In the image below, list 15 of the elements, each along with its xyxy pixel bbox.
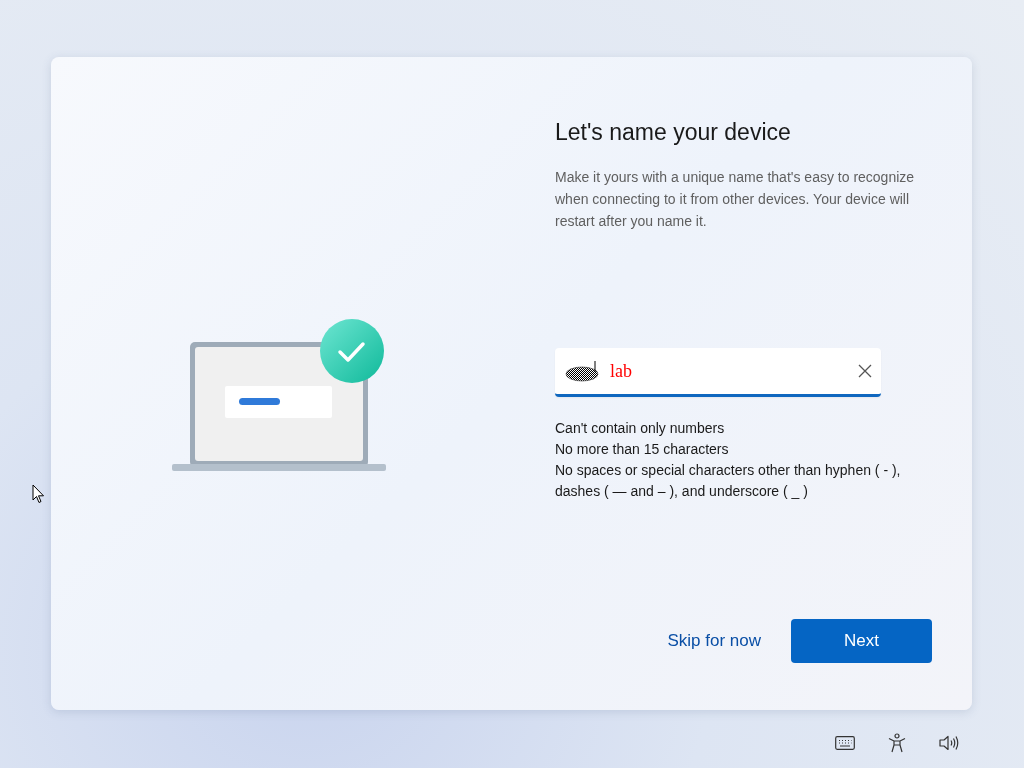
rule-text: No more than 15 characters [555,440,730,459]
rule-text: Can't contain only numbers [555,419,726,438]
skip-link[interactable]: Skip for now [665,627,763,655]
field-value: lab [601,360,858,382]
description-text: Make it yours with a unique name that's easy to recognize when connecting to it from other devices. Your device will restart after you name it. [555,168,915,231]
scribble-icon [565,360,601,382]
next-button[interactable]: Next [791,619,932,663]
rule-text: No spaces or special characters other than hyphen ( - ), dashes ( — and – ), and underscore ( _ ) [555,461,902,501]
clear-icon[interactable] [858,364,872,378]
speaker-icon[interactable] [939,735,960,751]
device-name-field[interactable]: lab [555,348,881,397]
accessibility-icon[interactable] [888,733,906,753]
mouse-pointer-icon [32,484,45,504]
keyboard-icon[interactable] [835,736,855,750]
page-title: Let's name your device [555,119,792,146]
